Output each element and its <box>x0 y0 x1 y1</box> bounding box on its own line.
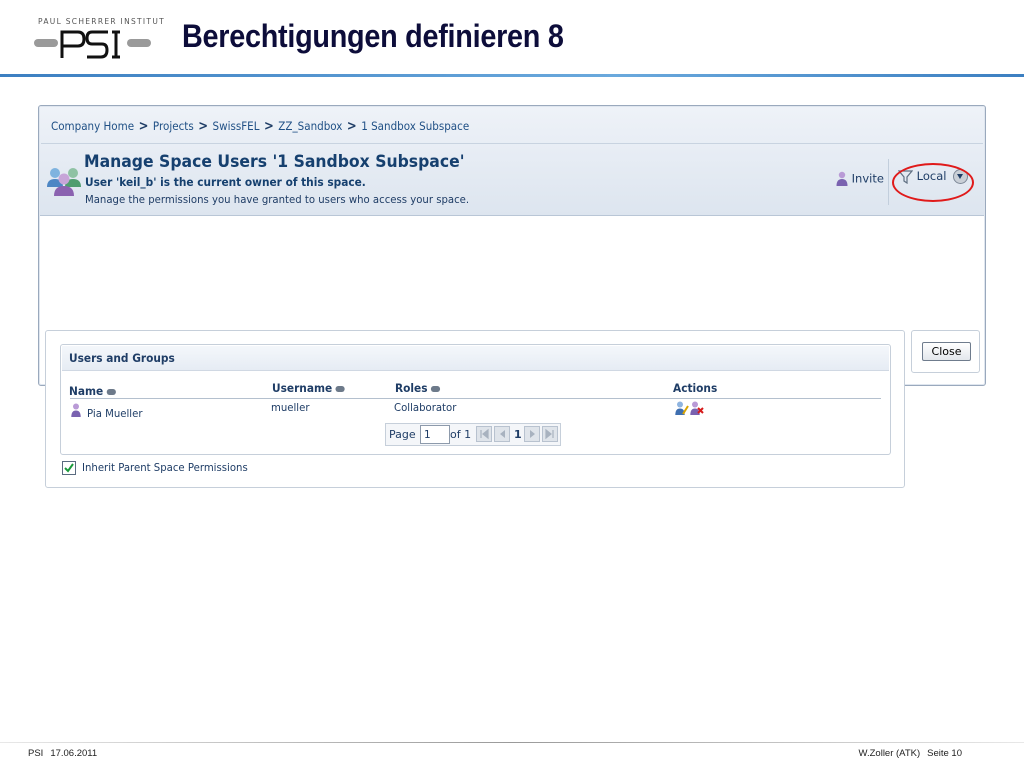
column-header-username[interactable]: Username <box>272 381 346 395</box>
sort-icon <box>431 385 441 392</box>
pager: Page of 1 1 <box>385 423 561 446</box>
footer-page: Seite 10 <box>927 748 962 759</box>
owner-text: User 'keil_b' is the current owner of th… <box>85 175 366 189</box>
sort-icon <box>106 388 117 395</box>
breadcrumb-separator: > <box>138 119 149 134</box>
column-label: Username <box>272 381 333 395</box>
slide-title: Berechtigungen definieren 8 <box>182 18 564 54</box>
header-row-divider <box>70 398 881 399</box>
checkmark-icon <box>64 463 74 473</box>
footer-right: W.Zoller (ATK) Seite 10 <box>852 748 962 759</box>
pager-of-label: of 1 <box>450 428 472 441</box>
first-page-button[interactable] <box>476 426 492 442</box>
inherit-permissions-checkbox[interactable] <box>62 461 76 475</box>
breadcrumb-zz-sandbox[interactable]: ZZ_Sandbox <box>278 119 342 133</box>
column-header-actions: Actions <box>673 381 718 395</box>
previous-page-icon <box>500 430 505 438</box>
logo-text: PAUL SCHERRER INSTITUT <box>38 17 165 26</box>
close-button[interactable]: Close <box>922 342 971 361</box>
last-page-icon <box>545 428 554 440</box>
breadcrumb-projects[interactable]: Projects <box>153 119 194 133</box>
users-groups-header: Users and Groups <box>62 346 889 371</box>
inherit-permissions-label: Inherit Parent Space Permissions <box>82 461 248 474</box>
content-area: Users and Groups Name Username Roles Act… <box>45 330 905 488</box>
current-page: 1 <box>514 428 522 441</box>
user-name[interactable]: Pia Mueller <box>87 407 143 420</box>
column-header-name[interactable]: Name <box>69 384 117 398</box>
user-username: mueller <box>271 401 310 414</box>
breadcrumb-separator: > <box>263 119 274 134</box>
edit-user-icon[interactable] <box>675 401 689 417</box>
page-number-input[interactable] <box>420 425 450 444</box>
breadcrumb-company-home[interactable]: Company Home <box>51 119 134 133</box>
breadcrumb-sandbox-subspace[interactable]: 1 Sandbox Subspace <box>361 119 469 133</box>
invite-label: Invite <box>851 171 884 186</box>
sort-icon <box>335 385 346 392</box>
manage-space-users-panel: Company Home > Projects > SwissFEL > ZZ_Sandbo… <box>38 105 986 488</box>
user-icon <box>71 403 81 417</box>
footer-date: 17.06.2011 <box>50 748 98 759</box>
person-icon <box>836 171 848 186</box>
footer-author: W.Zoller (ATK) <box>858 748 921 759</box>
breadcrumb-separator: > <box>198 119 209 134</box>
users-groups-panel: Users and Groups Name Username Roles Act… <box>60 344 891 455</box>
breadcrumb: Company Home > Projects > SwissFEL > ZZ_Sandbo… <box>51 119 469 134</box>
users-groups-title: Users and Groups <box>69 351 175 365</box>
close-panel: Close <box>911 330 980 373</box>
column-header-roles[interactable]: Roles <box>395 381 441 395</box>
users-group-icon <box>47 168 81 196</box>
highlight-ellipse <box>892 163 974 202</box>
panel-header: Company Home > Projects > SwissFEL > ZZ_Sandbo… <box>40 107 984 216</box>
header-divider <box>0 74 1024 77</box>
next-page-icon <box>530 430 535 438</box>
remove-user-icon[interactable] <box>690 401 704 417</box>
pager-page-label: Page <box>389 428 416 441</box>
psi-logo: PAUL SCHERRER INSTITUT <box>34 17 164 63</box>
invite-link[interactable]: Invite <box>836 171 884 187</box>
footer-left: PSI 17.06.2011 <box>28 748 104 759</box>
next-page-button[interactable] <box>524 426 540 442</box>
space-title: Manage Space Users '1 Sandbox Subspace' <box>84 152 465 172</box>
footer-divider <box>0 742 1024 743</box>
breadcrumb-swissfel[interactable]: SwissFEL <box>213 119 260 133</box>
description-text: Manage the permissions you have granted … <box>85 193 470 206</box>
column-label: Roles <box>395 381 428 395</box>
previous-page-button[interactable] <box>494 426 510 442</box>
user-role: Collaborator <box>394 401 457 414</box>
last-page-button[interactable] <box>542 426 558 442</box>
column-label: Name <box>69 384 104 398</box>
breadcrumb-separator: > <box>346 119 357 134</box>
header-separator <box>41 143 983 144</box>
first-page-icon <box>480 428 489 440</box>
toolbar-divider <box>888 159 889 205</box>
psi-logo-icon <box>34 30 151 59</box>
footer-org: PSI <box>28 748 44 759</box>
